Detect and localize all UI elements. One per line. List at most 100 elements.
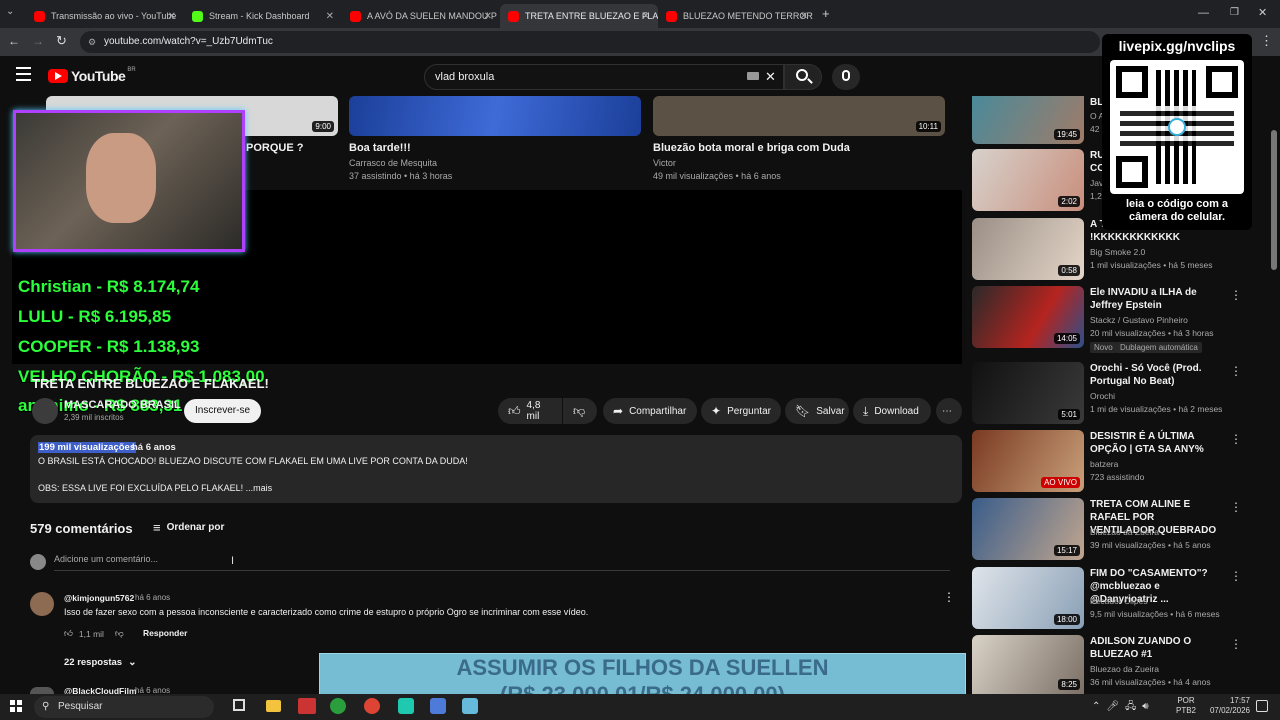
close-tab-icon[interactable]: ✕ (168, 11, 176, 22)
windows-start-icon[interactable] (10, 700, 22, 712)
keyboard-icon[interactable] (747, 72, 759, 80)
related-video[interactable]: 5:01 Orochi - Só Você (Prod. Portugal No… (972, 362, 1262, 426)
app-icon[interactable] (398, 698, 414, 714)
comment-avatar[interactable] (30, 687, 54, 694)
related-video[interactable]: AO VIVO DESISTIR É A ÚLTIMA OPÇÃO | GTA … (972, 430, 1262, 494)
youtube-logo[interactable]: YouTube BR (48, 67, 136, 84)
clock[interactable]: 17:57 07/02/2026 (1200, 696, 1250, 716)
video-meta: 1 mil visualizações • há 5 meses (1090, 260, 1213, 270)
file-explorer-icon[interactable] (266, 700, 281, 712)
related-video[interactable]: 8:25 ADILSON ZUANDO O BLUEZAO #1 Bluezao… (972, 635, 1262, 694)
video-thumbnail[interactable]: AO VIVO (972, 430, 1084, 492)
more-actions-button[interactable]: ⋯ (936, 398, 962, 424)
reply-button[interactable]: Responder (143, 628, 187, 638)
video-menu-icon[interactable]: ⋮ (1230, 288, 1242, 302)
video-thumbnail[interactable]: 14:05 (972, 286, 1084, 348)
close-tab-icon[interactable]: ✕ (484, 11, 492, 22)
tab-search-icon[interactable]: ⌄ (6, 6, 20, 20)
browser-tab-4-active[interactable]: TRETA ENTRE BLUEZAO E FLAK ✕ (500, 4, 658, 28)
save-button[interactable]: 🔖︎ Salvar (785, 398, 849, 424)
channel-name[interactable]: MASCARADO BRASIL (64, 399, 181, 411)
close-window-icon[interactable]: ✕ (1258, 6, 1267, 19)
video-thumbnail[interactable]: 0:58 (972, 218, 1084, 280)
notification-icon[interactable] (1256, 700, 1268, 712)
video-menu-icon[interactable]: ⋮ (1230, 364, 1242, 378)
close-tab-icon[interactable]: ✕ (326, 11, 334, 22)
comment-text: Isso de fazer sexo com a pessoa inconsci… (64, 607, 589, 617)
ask-button[interactable]: ✦ Perguntar (701, 398, 781, 424)
video-thumbnail[interactable]: 5:01 (972, 362, 1084, 424)
video-menu-icon[interactable]: ⋮ (1230, 500, 1242, 514)
close-tab-icon[interactable]: ✕ (800, 11, 808, 22)
browser-tab-3[interactable]: A AVÓ DA SUELEN MANDOU P ✕ (342, 4, 500, 28)
search-button[interactable] (784, 64, 822, 90)
video-menu-icon[interactable]: ⋮ (1230, 569, 1242, 583)
add-comment-input[interactable]: Adicione um comentário... (54, 554, 950, 571)
video-thumbnail[interactable]: 10:11 (653, 96, 945, 136)
video-thumbnail[interactable]: 8:25 (972, 635, 1084, 694)
share-button[interactable]: ➦ Compartilhar (603, 398, 697, 424)
browser-menu-icon[interactable]: ⋮ (1260, 33, 1273, 49)
video-title: Orochi - Só Você (Prod. Portugal No Beat… (1090, 363, 1202, 387)
related-video[interactable]: 15:17 TRETA COM ALINE E RAFAEL POR VENTI… (972, 498, 1262, 562)
app-icon[interactable] (330, 698, 346, 714)
replies-toggle[interactable]: 22 respostas ⌄ (64, 657, 136, 668)
hamburger-menu-icon[interactable] (16, 67, 31, 81)
video-menu-icon[interactable]: ⋮ (1230, 432, 1242, 446)
forward-icon[interactable]: → (32, 34, 44, 48)
comment-author[interactable]: @BlackCloudFilm (64, 686, 137, 694)
reload-icon[interactable]: ↻ (56, 33, 67, 49)
close-tab-icon[interactable]: ✕ (642, 11, 650, 22)
video-title[interactable]: PORQUE ? (246, 142, 303, 154)
browser-tab-5[interactable]: BLUEZAO METENDO TERROR N ✕ (658, 4, 816, 28)
site-info-icon[interactable]: ⚙ (88, 31, 96, 53)
app-icon[interactable] (430, 698, 446, 714)
like-button[interactable]: 👍︎ 4,8 mil (498, 398, 562, 424)
channel-name[interactable]: Victor (653, 158, 676, 168)
app-icon[interactable] (462, 698, 478, 714)
upload-age: há 6 anos (132, 442, 176, 453)
comment-author[interactable]: @kimjongun5762 (64, 593, 134, 603)
voice-search-button[interactable] (832, 64, 860, 90)
search-input[interactable]: vlad broxula ✕ (424, 64, 784, 90)
add-comment-placeholder: Adicione um comentário... (54, 554, 159, 564)
app-icon[interactable] (364, 698, 380, 714)
related-video[interactable]: 14:05 Ele INVADIU a ILHA de Jeffrey Epst… (972, 286, 1262, 353)
channel-name[interactable]: Carrasco de Mesquita (349, 158, 437, 168)
video-thumbnail[interactable]: 18:00 (972, 567, 1084, 629)
video-thumbnail[interactable]: 19:45 (972, 96, 1084, 144)
subscribe-button[interactable]: Inscrever-se (184, 399, 262, 423)
video-thumbnail[interactable]: 2:02 (972, 149, 1084, 211)
comment-avatar[interactable] (30, 592, 54, 616)
address-bar[interactable]: ⚙ youtube.com/watch?v=_Uzb7UdmTuc (80, 31, 1100, 53)
browser-tab-2[interactable]: Stream - Kick Dashboard ✕ (184, 4, 342, 28)
tray-icons[interactable]: ⌃🎤︎🖧🔊︎ (1092, 699, 1155, 716)
app-icon[interactable] (298, 698, 316, 714)
channel-name: Big Smoke 2.0 (1090, 247, 1146, 257)
restore-icon[interactable]: ❐ (1230, 7, 1239, 18)
comment-more-icon[interactable]: ⋮ (943, 590, 955, 604)
browser-tab-1[interactable]: Transmissão ao vivo - YouTube ✕ (26, 4, 184, 28)
minimize-icon[interactable]: — (1198, 7, 1209, 19)
clear-search-icon[interactable]: ✕ (765, 65, 776, 89)
new-tab-button[interactable]: + (822, 6, 830, 21)
kick-favicon-icon (192, 10, 203, 22)
comment-dislike-button[interactable]: 👎︎ (115, 628, 124, 639)
keyboard-language[interactable]: POR PTB2 (1176, 696, 1196, 716)
video-title[interactable]: Boa tarde!!! (349, 142, 411, 154)
video-thumbnail[interactable] (349, 96, 641, 136)
channel-avatar[interactable] (32, 398, 58, 424)
comment-like-button[interactable]: 👍︎ 1,1 mil (64, 628, 104, 639)
dislike-button[interactable]: 👎︎ (563, 398, 597, 424)
video-menu-icon[interactable]: ⋮ (1230, 637, 1242, 651)
taskbar-search[interactable]: ⚲ Pesquisar (34, 696, 214, 718)
back-icon[interactable]: ← (8, 34, 20, 48)
video-title[interactable]: Bluezão bota moral e briga com Duda (653, 142, 850, 154)
page-scrollbar[interactable] (1271, 130, 1277, 270)
video-thumbnail[interactable]: 15:17 (972, 498, 1084, 560)
download-button[interactable]: ⤓ Download (853, 398, 931, 424)
related-video[interactable]: 18:00 FIM DO "CASAMENTO"? @mcbluezao e @… (972, 567, 1262, 631)
sort-button[interactable]: ≡ Ordenar por (153, 520, 224, 535)
youtube-logo-text: YouTube (71, 68, 126, 84)
task-view-icon[interactable] (233, 699, 245, 711)
